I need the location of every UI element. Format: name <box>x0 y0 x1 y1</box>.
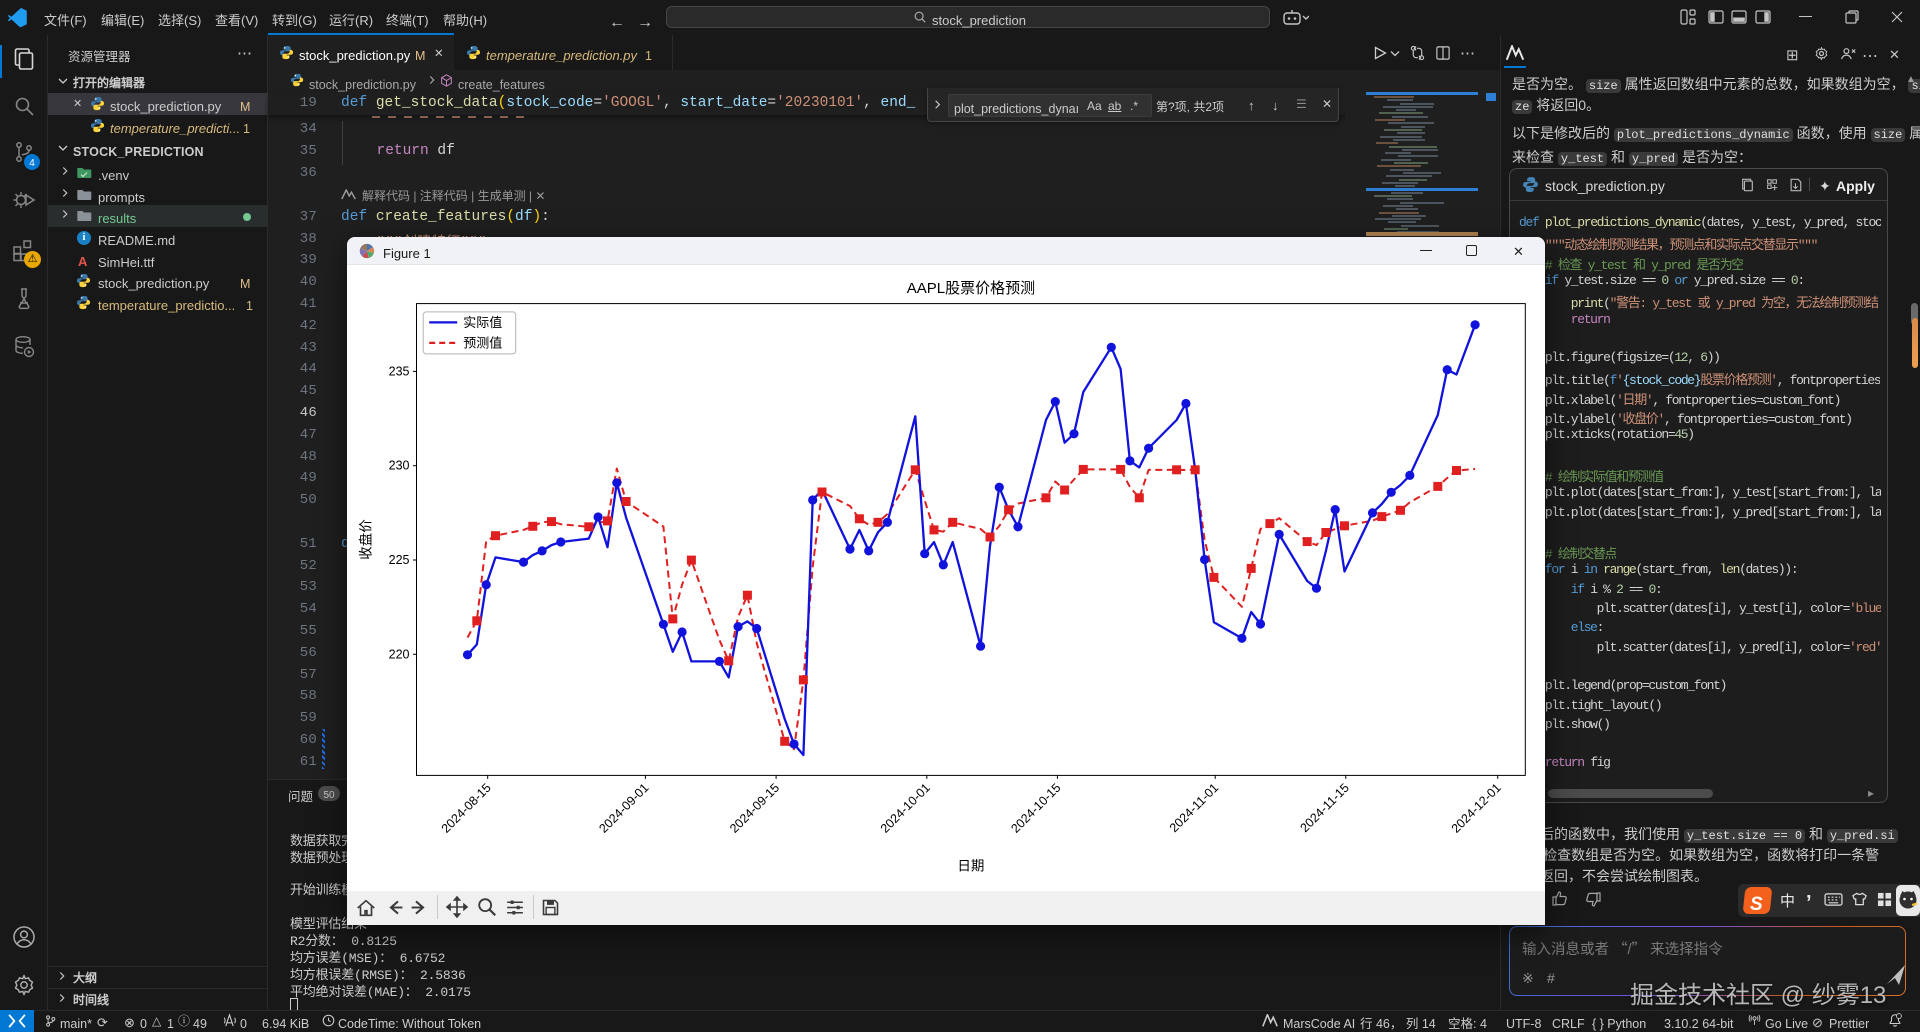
svg-text:收盘价: 收盘价 <box>355 519 375 560</box>
svg-text:预测值: 预测值 <box>463 332 502 351</box>
svg-text:AAPL股票价格预测: AAPL股票价格预测 <box>907 277 1035 298</box>
svg-text:2024-09-01: 2024-09-01 <box>596 781 651 836</box>
svg-text:实际值: 实际值 <box>463 312 502 331</box>
svg-text:2024-12-01: 2024-12-01 <box>1449 781 1504 836</box>
svg-text:2024-10-01: 2024-10-01 <box>878 781 933 836</box>
svg-text:2024-09-15: 2024-09-15 <box>727 781 782 836</box>
svg-text:2024-08-15: 2024-08-15 <box>439 781 494 836</box>
svg-text:230: 230 <box>389 459 410 473</box>
svg-text:225: 225 <box>389 553 410 567</box>
svg-text:2024-10-15: 2024-10-15 <box>1008 781 1063 836</box>
svg-text:日期: 日期 <box>957 854 984 874</box>
svg-text:2024-11-15: 2024-11-15 <box>1297 781 1351 835</box>
svg-text:220: 220 <box>389 647 410 661</box>
svg-text:235: 235 <box>389 364 410 378</box>
svg-text:2024-11-01: 2024-11-01 <box>1167 781 1221 835</box>
